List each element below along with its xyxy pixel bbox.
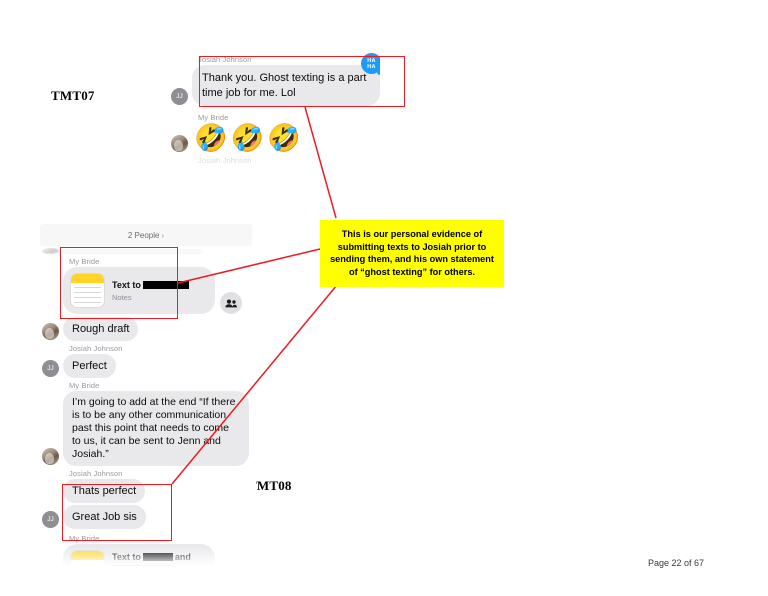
message-bubble[interactable]: Great Job sis bbox=[63, 505, 146, 529]
screenshot-top-conversation: Josiah Johnson JJ Thank you. Ghost texti… bbox=[165, 52, 380, 186]
sender-label: My Bride bbox=[198, 113, 229, 122]
message-row: Thats perfect bbox=[36, 479, 256, 503]
notes-title-prefix: Text to bbox=[112, 551, 141, 562]
notes-meta: Text to Notes bbox=[112, 280, 189, 302]
avatar-spacer bbox=[42, 296, 59, 313]
people-icon[interactable] bbox=[220, 569, 242, 572]
avatar bbox=[42, 448, 59, 465]
annotation-callout-text: This is our personal evidence of submitt… bbox=[330, 229, 494, 277]
message-row: Rough draft bbox=[36, 317, 256, 341]
chevron-right-icon: › bbox=[161, 230, 165, 240]
faded-sender-label: Josiah Johnson bbox=[198, 156, 252, 165]
notes-app-icon bbox=[70, 550, 105, 572]
message-bubble[interactable]: I’m going to add at the end “If there is… bbox=[63, 391, 249, 466]
notes-title: Text to and bbox=[112, 551, 207, 572]
attachment-row: Text to Notes bbox=[36, 267, 256, 314]
thread-participants-label: 2 People bbox=[127, 230, 160, 240]
avatar: JJ bbox=[171, 88, 188, 105]
emoji-message-row: 🤣 🤣 🤣 bbox=[165, 123, 380, 153]
avatar: JJ bbox=[42, 360, 59, 377]
message-bubble[interactable]: Perfect bbox=[63, 354, 116, 378]
attachment-row: Text to and Notes bbox=[36, 544, 256, 572]
notes-attachment-card[interactable]: Text to and Notes bbox=[63, 544, 215, 572]
thread-participants-header[interactable]: 2 People › bbox=[40, 224, 252, 246]
avatar bbox=[42, 323, 59, 340]
avatar-spacer bbox=[42, 485, 59, 502]
sender-label: My Bride bbox=[69, 257, 100, 266]
notes-meta: Text to and Notes bbox=[112, 551, 207, 572]
tapback-line-2: HA bbox=[367, 63, 376, 70]
message-bubble bbox=[63, 249, 203, 254]
avatar bbox=[171, 135, 188, 152]
rofl-emoji: 🤣 bbox=[230, 123, 265, 153]
redaction-bar bbox=[112, 564, 174, 572]
redaction-bar bbox=[142, 553, 173, 561]
notes-title-prefix: Text to bbox=[112, 279, 141, 290]
notes-attachment-card[interactable]: Text to Notes bbox=[63, 267, 215, 314]
notes-title-suffix: and bbox=[174, 551, 191, 562]
notes-subtitle: Notes bbox=[112, 292, 132, 302]
emoji-reply[interactable]: 🤣 🤣 🤣 bbox=[194, 123, 301, 153]
message-row: JJ Perfect bbox=[36, 354, 256, 378]
sender-label: Josiah Johnson bbox=[69, 344, 123, 353]
message-row: JJ Thank you. Ghost texting is a part ti… bbox=[165, 65, 380, 106]
exhibit-label-tmt07: TMT07 bbox=[51, 88, 95, 103]
page-footer: Page 22 of 67 bbox=[648, 558, 705, 568]
message-bubble[interactable]: Thank you. Ghost texting is a part time … bbox=[192, 65, 380, 106]
rofl-emoji: 🤣 bbox=[267, 123, 301, 153]
annotation-callout-box: This is our personal evidence of submitt… bbox=[320, 220, 504, 287]
sender-label: Josiah Johnson bbox=[198, 55, 252, 64]
rofl-emoji: 🤣 bbox=[194, 123, 228, 153]
notes-app-icon bbox=[70, 273, 105, 308]
message-row: JJ Great Job sis bbox=[36, 505, 256, 529]
message-row: I’m going to add at the end “If there is… bbox=[36, 391, 256, 466]
sender-label: My Bride bbox=[69, 534, 100, 543]
sender-label: My Bride bbox=[69, 381, 100, 390]
sender-label: Josiah Johnson bbox=[69, 469, 123, 478]
avatar: JJ bbox=[42, 511, 59, 528]
message-bubble[interactable]: Rough draft bbox=[63, 317, 139, 341]
tapback-haha-badge[interactable]: HA HA bbox=[361, 53, 380, 75]
partial-message-row bbox=[36, 248, 256, 254]
avatar bbox=[42, 248, 59, 254]
screenshot-bottom-conversation: 2 People › My Bride Text to Notes Rough … bbox=[36, 224, 256, 572]
redaction-bar bbox=[142, 281, 189, 289]
people-icon[interactable] bbox=[220, 292, 242, 314]
message-bubble[interactable]: Thats perfect bbox=[63, 479, 146, 503]
notes-title: Text to bbox=[112, 280, 189, 291]
